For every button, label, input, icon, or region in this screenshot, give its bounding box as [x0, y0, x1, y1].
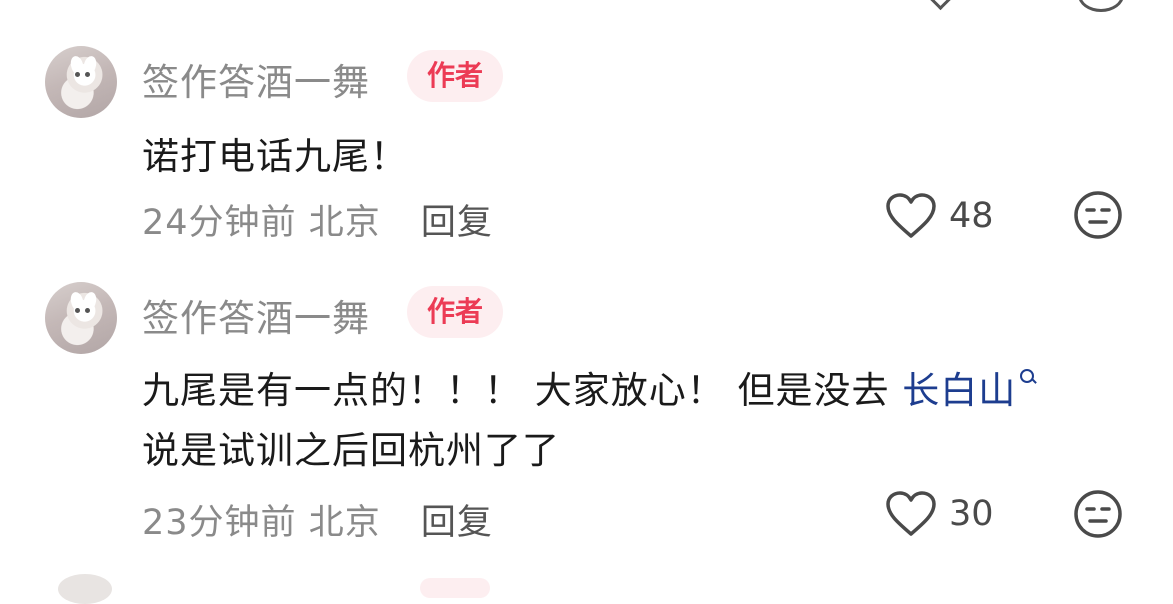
- comment-time: 24分钟前: [142, 203, 297, 243]
- comment-meta: 23分钟前 北京 回复: [142, 494, 493, 545]
- like-count: 48: [949, 196, 994, 236]
- comment-text: 诺打电话九尾！: [142, 135, 408, 178]
- search-icon: [1020, 369, 1036, 385]
- like-button[interactable]: 30: [885, 490, 994, 538]
- username[interactable]: 签作答酒一舞: [142, 52, 370, 106]
- like-count: 30: [949, 494, 994, 534]
- heart-outline-icon: [886, 193, 936, 238]
- comment-text-line: 说是试训之后回杭州了了: [142, 429, 560, 472]
- neutral-face-icon[interactable]: [1073, 190, 1123, 240]
- author-badge: 作者: [407, 286, 503, 338]
- comment-text-line: 九尾是有一点的！！！ 大家放心！ 但是没去 长白山: [142, 360, 1036, 414]
- avatar[interactable]: [45, 282, 117, 354]
- neutral-face-icon[interactable]: [1073, 489, 1123, 539]
- comment-location: 北京: [308, 203, 381, 243]
- hashtag-link[interactable]: 长白山: [902, 369, 1036, 412]
- next-comment-avatar-fragment: [58, 574, 112, 604]
- comment-meta: 24分钟前 北京 回复: [142, 194, 493, 245]
- previous-dislike-icon-fragment: [1078, 0, 1124, 12]
- heart-outline-icon: [886, 491, 936, 536]
- next-comment-badge-fragment: [420, 578, 490, 598]
- comment-text-segment: 九尾是有一点的！！！ 大家放心！ 但是没去: [142, 369, 903, 412]
- hashtag-label: 长白山: [902, 369, 1017, 412]
- reply-button[interactable]: 回复: [421, 203, 493, 243]
- avatar[interactable]: [45, 46, 117, 118]
- reply-button[interactable]: 回复: [421, 503, 493, 543]
- like-button[interactable]: 48: [885, 192, 994, 240]
- comment-location: 北京: [308, 503, 381, 543]
- previous-like-icon-fragment: [922, 0, 959, 11]
- username[interactable]: 签作答酒一舞: [142, 288, 370, 342]
- comment-time: 23分钟前: [142, 503, 297, 543]
- author-badge: 作者: [407, 50, 503, 102]
